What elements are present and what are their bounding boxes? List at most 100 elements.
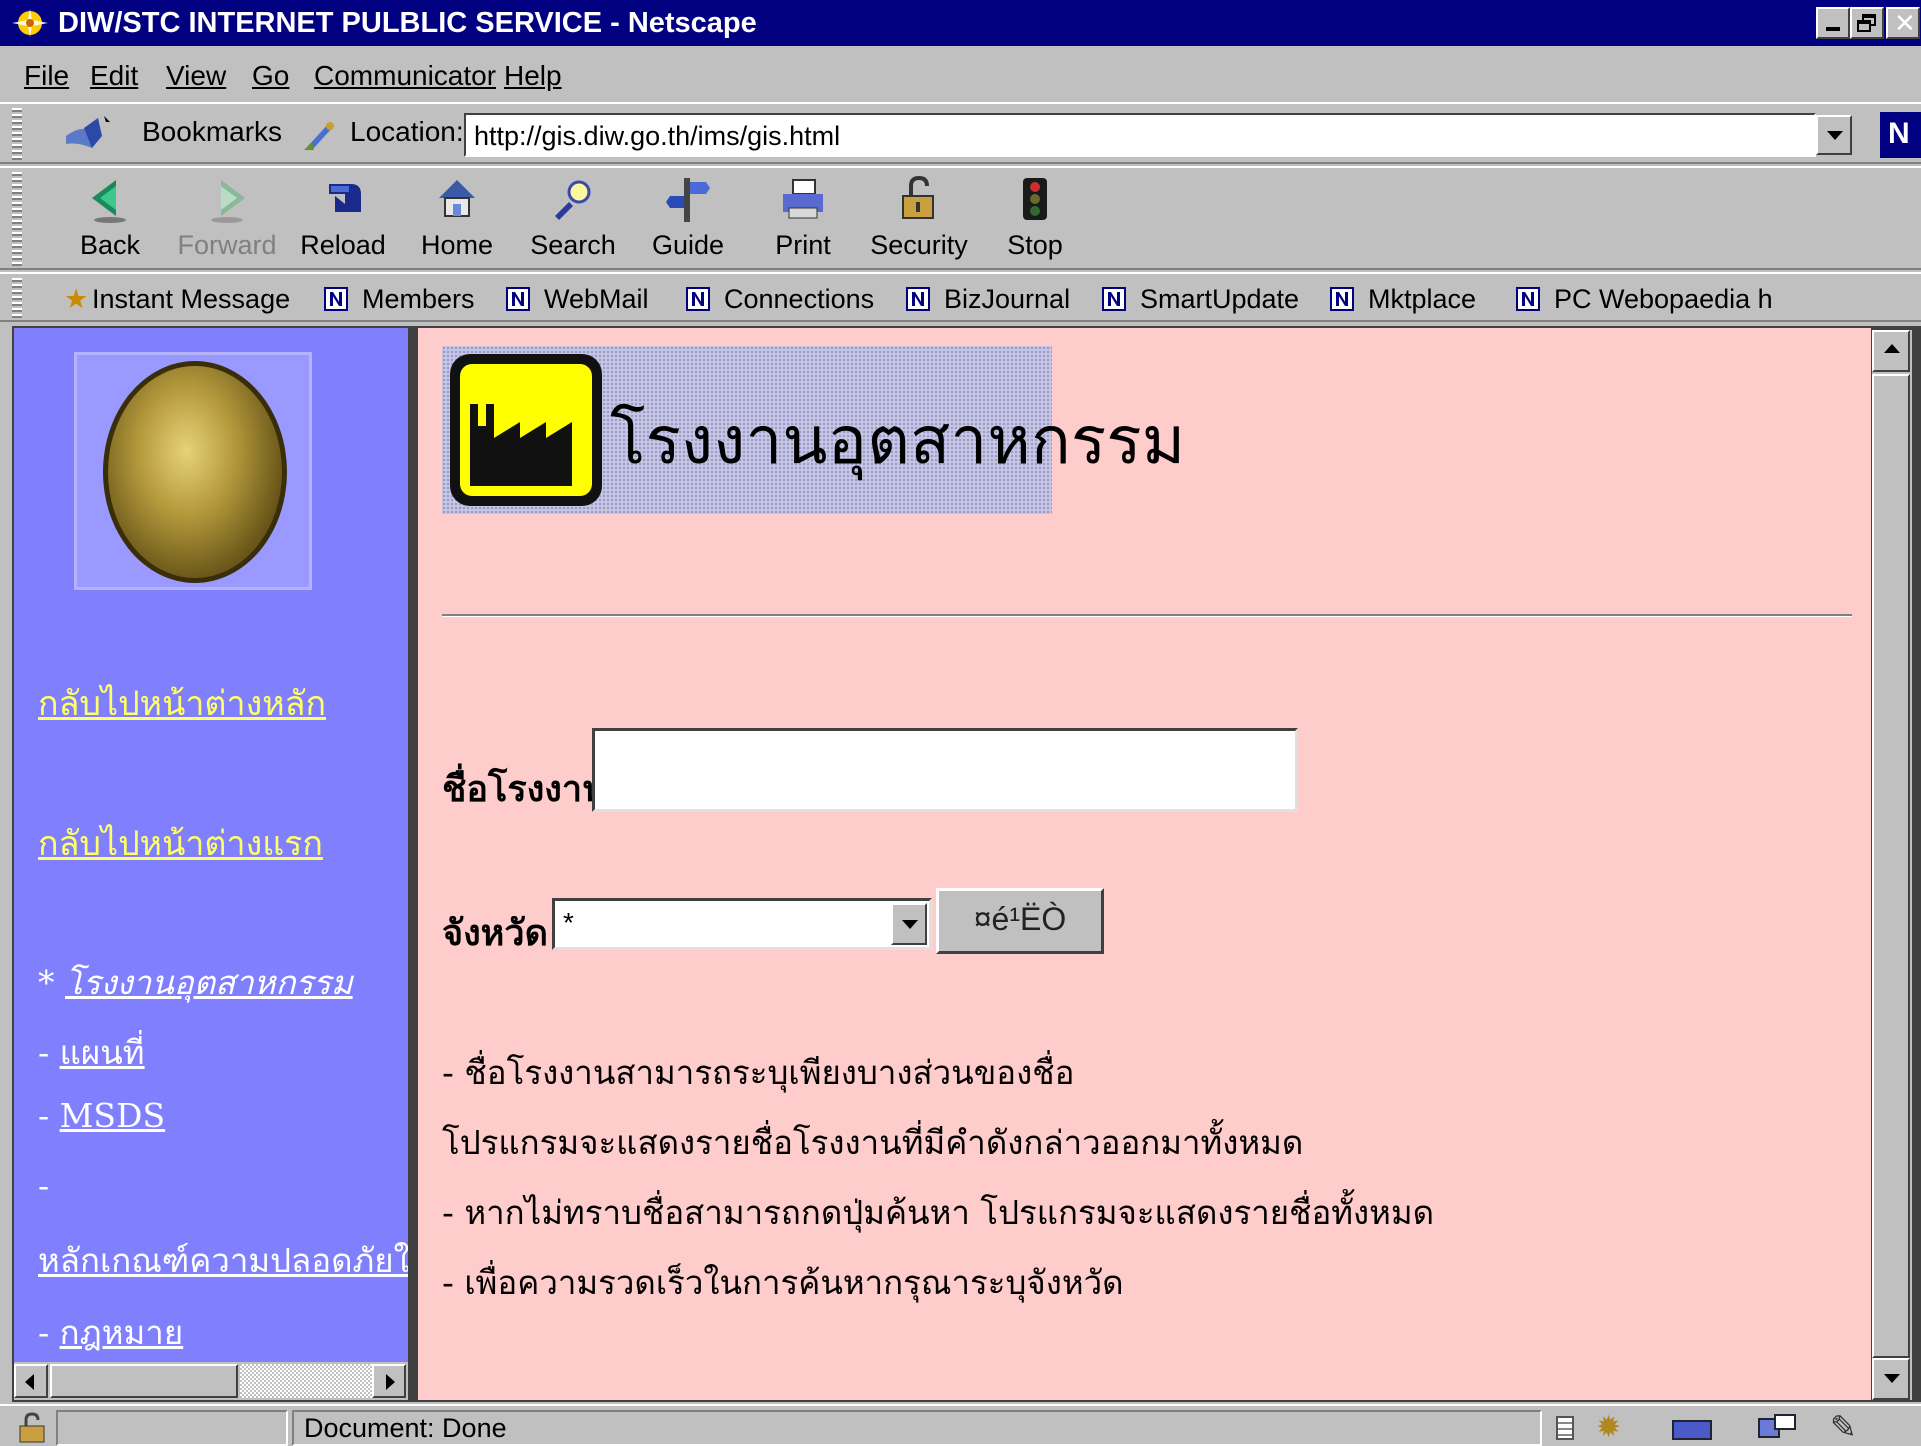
arrow-left-icon <box>25 1374 34 1390</box>
note-line-3: - หากไม่ทราบชื่อสามารถกดปุ่มค้นหา โปรแกร… <box>442 1193 1435 1232</box>
bookmark-page-icon <box>1516 287 1540 311</box>
home-icon <box>439 180 475 217</box>
province-label: จังหวัด <box>442 912 548 954</box>
scroll-thumb[interactable] <box>1872 374 1910 1358</box>
scroll-up-button[interactable] <box>1872 330 1910 372</box>
scroll-right-button[interactable] <box>372 1364 406 1398</box>
back-icon <box>92 180 126 223</box>
factory-name-input[interactable] <box>592 728 1298 812</box>
scroll-left-button[interactable] <box>14 1364 48 1398</box>
discussion-icon[interactable] <box>1758 1414 1798 1442</box>
back-button[interactable]: Back <box>55 168 165 268</box>
arrow-right-icon <box>386 1374 395 1390</box>
home-button[interactable]: Home <box>402 168 512 268</box>
bookmark-instant-message[interactable]: ★ Instant Message <box>64 282 290 316</box>
main-frame: โรงงานอุตสาหกรรม ชื่อโรงงาน จังหวัด * ¤é… <box>418 328 1871 1400</box>
sidebar-item-msds[interactable]: - MSDS <box>38 1096 165 1135</box>
menu-help[interactable]: Help <box>504 60 562 92</box>
print-button[interactable]: Print <box>748 168 858 268</box>
mail-icon[interactable] <box>1672 1414 1716 1442</box>
bookmark-pc-webopaedia[interactable]: PC Webopaedia h <box>1516 282 1773 316</box>
window-title: DIW/STC INTERNET PULBLIC SERVICE - Netsc… <box>58 7 757 39</box>
menu-communicator[interactable]: Communicator <box>314 60 496 92</box>
sidebar-item-law[interactable]: - กฎหมาย <box>38 1306 183 1359</box>
search-button[interactable]: Search <box>518 168 628 268</box>
stop-label: Stop <box>1007 230 1063 260</box>
security-lock-icon[interactable] <box>14 1412 50 1444</box>
forward-label: Forward <box>177 230 277 260</box>
note-line-1: - ชื่อโรงงานสามารถระบุเพียงบางส่วนของชื่… <box>442 1053 1075 1092</box>
horizontal-divider <box>442 614 1852 617</box>
composer-icon[interactable]: ✎ <box>1830 1408 1857 1446</box>
sidebar-item-maps[interactable]: - แผนที่ <box>38 1026 145 1079</box>
factory-name-label: ชื่อโรงงาน <box>442 768 607 810</box>
scroll-track[interactable] <box>240 1364 372 1398</box>
bookmark-page-icon <box>324 287 348 311</box>
sidebar-item-safety-criteria[interactable]: หลักเกณฑ์ความปลอดภัยใน <box>38 1234 408 1287</box>
close-button[interactable]: ✕ <box>1886 7 1920 39</box>
province-dropdown-button[interactable] <box>891 903 927 945</box>
province-select[interactable]: * <box>552 898 932 950</box>
reload-button[interactable]: Reload <box>288 168 398 268</box>
back-to-first-link[interactable]: กลับไปหน้าต่างแรก <box>38 816 323 870</box>
lock-icon <box>902 176 934 219</box>
bookmark-page-icon <box>1330 287 1354 311</box>
bookmark-members[interactable]: Members <box>324 282 475 316</box>
sidebar-item-factories[interactable]: * โรงงานอุตสาหกรรม <box>38 956 353 1009</box>
forward-icon <box>211 180 245 223</box>
left-frame-horizontal-scrollbar[interactable] <box>14 1362 408 1400</box>
bookmark-page-icon <box>506 287 530 311</box>
bookmark-connections[interactable]: Connections <box>686 282 874 316</box>
bookmark-mktplace[interactable]: Mktplace <box>1330 282 1476 316</box>
menu-view[interactable]: View <box>166 60 226 92</box>
maximize-button[interactable] <box>1850 7 1884 39</box>
seal-logo-box <box>74 352 312 590</box>
person-icon: ★ <box>64 284 89 314</box>
bookmarks-icon <box>66 116 110 148</box>
left-frame: กลับไปหน้าต่างหลัก กลับไปหน้าต่างแรก * โ… <box>14 328 408 1370</box>
bookmarks-button[interactable]: Bookmarks <box>142 116 282 148</box>
security-label: Security <box>870 230 968 260</box>
offline-icon[interactable] <box>1550 1412 1580 1444</box>
location-label: Location: <box>350 116 464 147</box>
arrow-down-icon <box>1884 1374 1900 1383</box>
toolbar-grip[interactable] <box>12 172 22 266</box>
bookmark-webmail[interactable]: WebMail <box>506 282 649 316</box>
bookmark-page-icon <box>1102 287 1126 311</box>
forward-button[interactable]: Forward <box>172 168 282 268</box>
sidebar-item-dash: - <box>38 1166 50 1205</box>
navigator-icon[interactable]: ✹ <box>1596 1410 1621 1445</box>
bookmark-smartupdate[interactable]: SmartUpdate <box>1102 282 1299 316</box>
personal-toolbar: ★ Instant Message Members WebMail Connect… <box>0 272 1921 322</box>
back-to-main-link[interactable]: กลับไปหน้าต่างหลัก <box>38 676 326 730</box>
guide-label: Guide <box>651 230 725 260</box>
location-input[interactable]: http://gis.diw.go.th/ims/gis.html <box>464 113 1816 157</box>
minimize-button[interactable] <box>1816 7 1850 39</box>
status-text: Document: Done <box>292 1410 1542 1446</box>
main-frame-vertical-scrollbar[interactable] <box>1872 330 1912 1400</box>
netscape-icon <box>12 9 48 37</box>
menu-go[interactable]: Go <box>252 60 289 92</box>
bookmark-page-icon <box>686 287 710 311</box>
search-submit-button[interactable]: ¤é¹ËÒ <box>936 888 1104 954</box>
guide-button[interactable]: Guide <box>633 168 743 268</box>
menu-edit[interactable]: Edit <box>90 60 138 92</box>
scroll-down-button[interactable] <box>1872 1358 1910 1400</box>
print-icon <box>783 179 823 219</box>
toolbar-grip[interactable] <box>12 278 22 318</box>
location-toolbar: Bookmarks Location: http://gis.diw.go.th… <box>0 102 1921 164</box>
search-icon <box>555 180 591 220</box>
security-button[interactable]: Security <box>864 168 974 268</box>
menu-file[interactable]: File <box>24 60 69 92</box>
page-proxy-icon[interactable] <box>300 116 338 152</box>
location-dropdown-button[interactable] <box>1816 115 1852 155</box>
toolbar-grip[interactable] <box>12 108 22 160</box>
reload-label: Reload <box>300 230 386 260</box>
stop-button[interactable]: Stop <box>980 168 1090 268</box>
close-icon: ✕ <box>1894 8 1916 38</box>
navigation-toolbar: Back Forward Reload Home Search Guide Pr… <box>0 166 1921 270</box>
scroll-thumb[interactable] <box>50 1364 238 1398</box>
bookmark-bizjournal[interactable]: BizJournal <box>906 282 1070 316</box>
netscape-logo[interactable]: N <box>1880 112 1921 158</box>
search-label: Search <box>530 230 616 260</box>
